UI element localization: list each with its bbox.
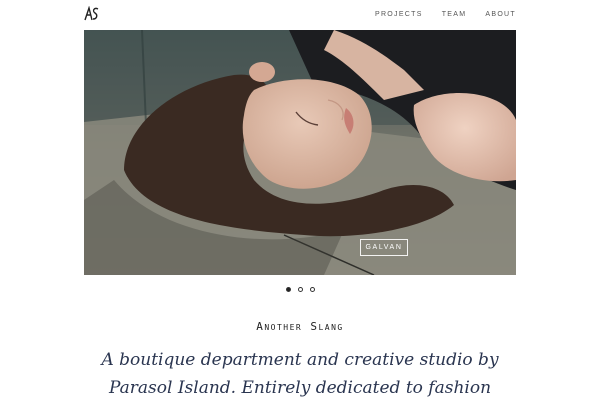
slide-dot-1[interactable]: [285, 287, 291, 292]
tagline: A boutique department and creative studi…: [101, 350, 499, 398]
nav-projects[interactable]: PROJECTS: [375, 11, 423, 18]
logo-mark-icon: [84, 6, 99, 21]
studio-name: Another Slang: [256, 320, 344, 333]
logo[interactable]: [84, 6, 100, 22]
hero-slider[interactable]: GALVAN: [84, 30, 516, 275]
nav-about[interactable]: ABOUT: [485, 11, 516, 18]
nav-team[interactable]: TEAM: [442, 11, 467, 18]
slide-dot-2[interactable]: [297, 287, 303, 292]
main-nav: PROJECTS TEAM ABOUT: [375, 11, 516, 18]
slide-dot-3[interactable]: [309, 287, 315, 292]
hero-photo: [84, 30, 516, 275]
project-label-button[interactable]: GALVAN: [360, 239, 408, 256]
slider-pagination: [0, 287, 600, 292]
